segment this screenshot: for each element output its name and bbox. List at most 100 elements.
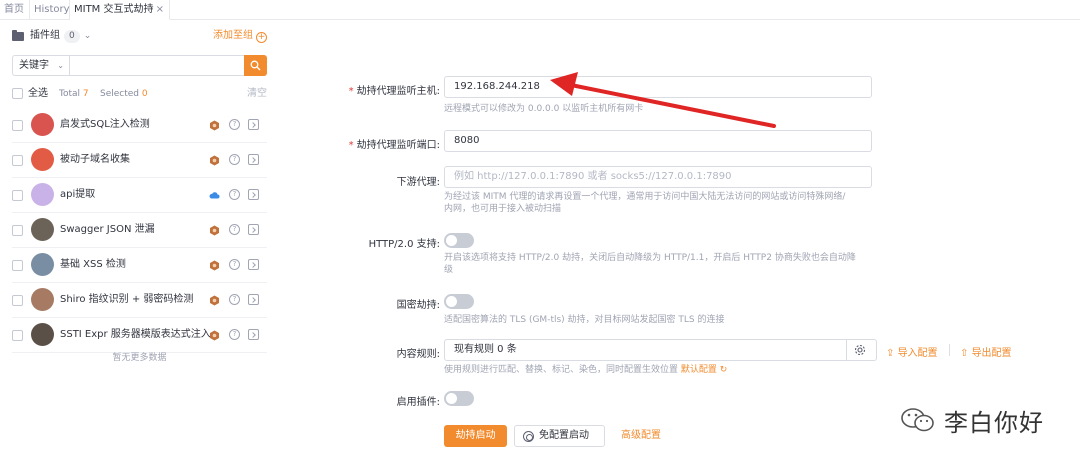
help-icon[interactable]: ? (229, 189, 240, 200)
plugin-checkbox[interactable] (12, 190, 23, 201)
plugin-checkbox[interactable] (12, 260, 23, 271)
tab-bar: 首页 History MITM 交互式劫持 × (0, 0, 1080, 20)
plugin-item[interactable]: 被动子域名收集? (12, 143, 267, 178)
plugin-item[interactable]: 启发式SQL注入检测? (12, 108, 267, 143)
plugin-avatar (31, 148, 54, 171)
plugin-item[interactable]: Shiro 指纹识别 + 弱密码检测? (12, 283, 267, 318)
wechat-icon (901, 408, 934, 432)
gm-hint: 适配国密算法的 TLS (GM-tls) 劫持，对目标网站发起国密 TLS 的连… (444, 315, 725, 325)
default-config-label: 默认配置 (680, 365, 717, 375)
terminal-icon[interactable] (248, 189, 259, 200)
port-input[interactable]: 8080 (444, 130, 872, 152)
http2-toggle[interactable] (444, 233, 474, 248)
hexagon-badge-icon (209, 330, 220, 341)
hexagon-badge-icon (209, 295, 220, 306)
advanced-config-link[interactable]: 高级配置 (621, 425, 661, 447)
plugin-name: SSTI Expr 服务器模版表达式注入 (60, 329, 211, 340)
plugin-checkbox[interactable] (12, 120, 23, 131)
downstream-proxy-input[interactable]: 例如 http://127.0.0.1:7890 或者 socks5://127… (444, 166, 872, 188)
terminal-icon[interactable] (248, 224, 259, 235)
default-config-link[interactable]: 默认配置 ↻ (681, 365, 727, 375)
rules-input[interactable]: 现有规则 0 条 (444, 339, 877, 361)
help-icon[interactable]: ? (229, 294, 240, 305)
rules-hint-text: 使用规则进行匹配、替换、标记、染色，同时配置生效位置 (444, 365, 679, 375)
annotation-arrow (550, 72, 776, 128)
plugin-group-selector[interactable]: 插件组 0 ⌄ (12, 28, 91, 44)
plugin-name: Swagger JSON 泄漏 (60, 224, 155, 235)
plugin-group-count: 0 (64, 29, 80, 43)
export-config-button[interactable]: ⇧ 导出配置 (960, 344, 1012, 359)
search-input[interactable] (69, 55, 244, 76)
gm-label: 国密劫持: (396, 300, 440, 311)
plugin-item[interactable]: api提取? (12, 178, 267, 213)
help-icon[interactable]: ? (229, 154, 240, 165)
plugin-item[interactable]: SSTI Expr 服务器模版表达式注入? (12, 318, 267, 353)
help-icon[interactable]: ? (229, 329, 240, 340)
terminal-icon[interactable] (248, 259, 259, 270)
chrome-icon (523, 431, 534, 442)
plugin-name: 被动子域名收集 (60, 154, 130, 165)
add-to-group-button[interactable]: 添加至组 + (213, 28, 267, 44)
chevron-down-icon: ⌄ (83, 31, 92, 41)
plugin-checkbox[interactable] (12, 330, 23, 341)
rules-label: 内容规则: (396, 349, 440, 360)
plugin-name: Shiro 指纹识别 + 弱密码检测 (60, 294, 194, 305)
search-button[interactable] (244, 55, 267, 76)
plugin-checkbox[interactable] (12, 225, 23, 236)
selected-value: 0 (141, 89, 148, 99)
plugin-avatar (31, 288, 54, 311)
add-to-group-label: 添加至组 (213, 30, 253, 41)
select-all-label[interactable]: 全选 (28, 87, 48, 101)
selected-count: Selected 0 (100, 87, 148, 101)
http2-hint-line-1: 开启该选项将支持 HTTP/2.0 劫持，关闭后自动降级为 HTTP/1.1，开… (444, 253, 856, 263)
plugin-avatar (31, 253, 54, 276)
required-mark: * (348, 140, 354, 151)
terminal-icon[interactable] (248, 119, 259, 130)
terminal-icon[interactable] (248, 154, 259, 165)
tab-history[interactable]: History (30, 0, 70, 20)
rules-hint: 使用规则进行匹配、替换、标记、染色，同时配置生效位置 默认配置 ↻ (444, 364, 727, 376)
hexagon-badge-icon (209, 155, 220, 166)
plugin-name: api提取 (60, 189, 96, 200)
clear-button[interactable]: 清空 (247, 87, 267, 101)
help-icon[interactable]: ? (229, 119, 240, 130)
watermark-text: 李白你好 (944, 408, 1044, 437)
chevron-down-icon: ⌄ (57, 61, 64, 70)
help-icon[interactable]: ? (229, 224, 240, 235)
tab-mitm[interactable]: MITM 交互式劫持 × (70, 0, 170, 20)
select-all-checkbox[interactable] (12, 88, 23, 99)
port-label-text: 劫持代理监听端口: (356, 140, 440, 151)
http2-label: HTTP/2.0 支持: (368, 239, 440, 250)
divider (949, 344, 950, 356)
folder-icon (12, 29, 24, 41)
no-more-data: 暂无更多数据 (112, 353, 167, 363)
terminal-icon[interactable] (248, 294, 259, 305)
plugin-avatar (31, 218, 54, 241)
plugin-name: 启发式SQL注入检测 (60, 119, 150, 130)
total-count: Total 7 (59, 87, 89, 101)
plugin-checkbox[interactable] (12, 295, 23, 306)
enable-plugin-label: 启用插件: (396, 397, 440, 408)
enable-plugin-toggle[interactable] (444, 391, 474, 406)
no-config-start-button[interactable]: 免配置启动 (514, 425, 605, 447)
select-summary-row: 全选 Total 7 Selected 0 清空 (12, 87, 267, 101)
tab-home[interactable]: 首页 (0, 0, 30, 20)
import-icon: ⇪ (886, 348, 898, 359)
start-hijack-button[interactable]: 劫持启动 (444, 425, 507, 447)
import-config-button[interactable]: ⇪ 导入配置 (886, 344, 938, 359)
plugin-avatar (31, 113, 54, 136)
help-icon[interactable]: ? (229, 259, 240, 270)
plugin-checkbox[interactable] (12, 155, 23, 166)
close-icon[interactable]: × (156, 0, 164, 20)
plugin-group-label: 插件组 (30, 30, 60, 41)
plugin-item[interactable]: 基础 XSS 检测? (12, 248, 267, 283)
plugin-item[interactable]: Swagger JSON 泄漏? (12, 213, 267, 248)
rules-settings-button[interactable] (846, 340, 872, 360)
import-config-label: 导入配置 (897, 348, 938, 359)
export-config-label: 导出配置 (971, 348, 1012, 359)
plus-circle-icon: + (256, 32, 267, 43)
gm-toggle[interactable] (444, 294, 474, 309)
terminal-icon[interactable] (248, 329, 259, 340)
selected-label: Selected (100, 89, 140, 99)
search-type-select[interactable]: 关键字 ⌄ (12, 55, 69, 76)
